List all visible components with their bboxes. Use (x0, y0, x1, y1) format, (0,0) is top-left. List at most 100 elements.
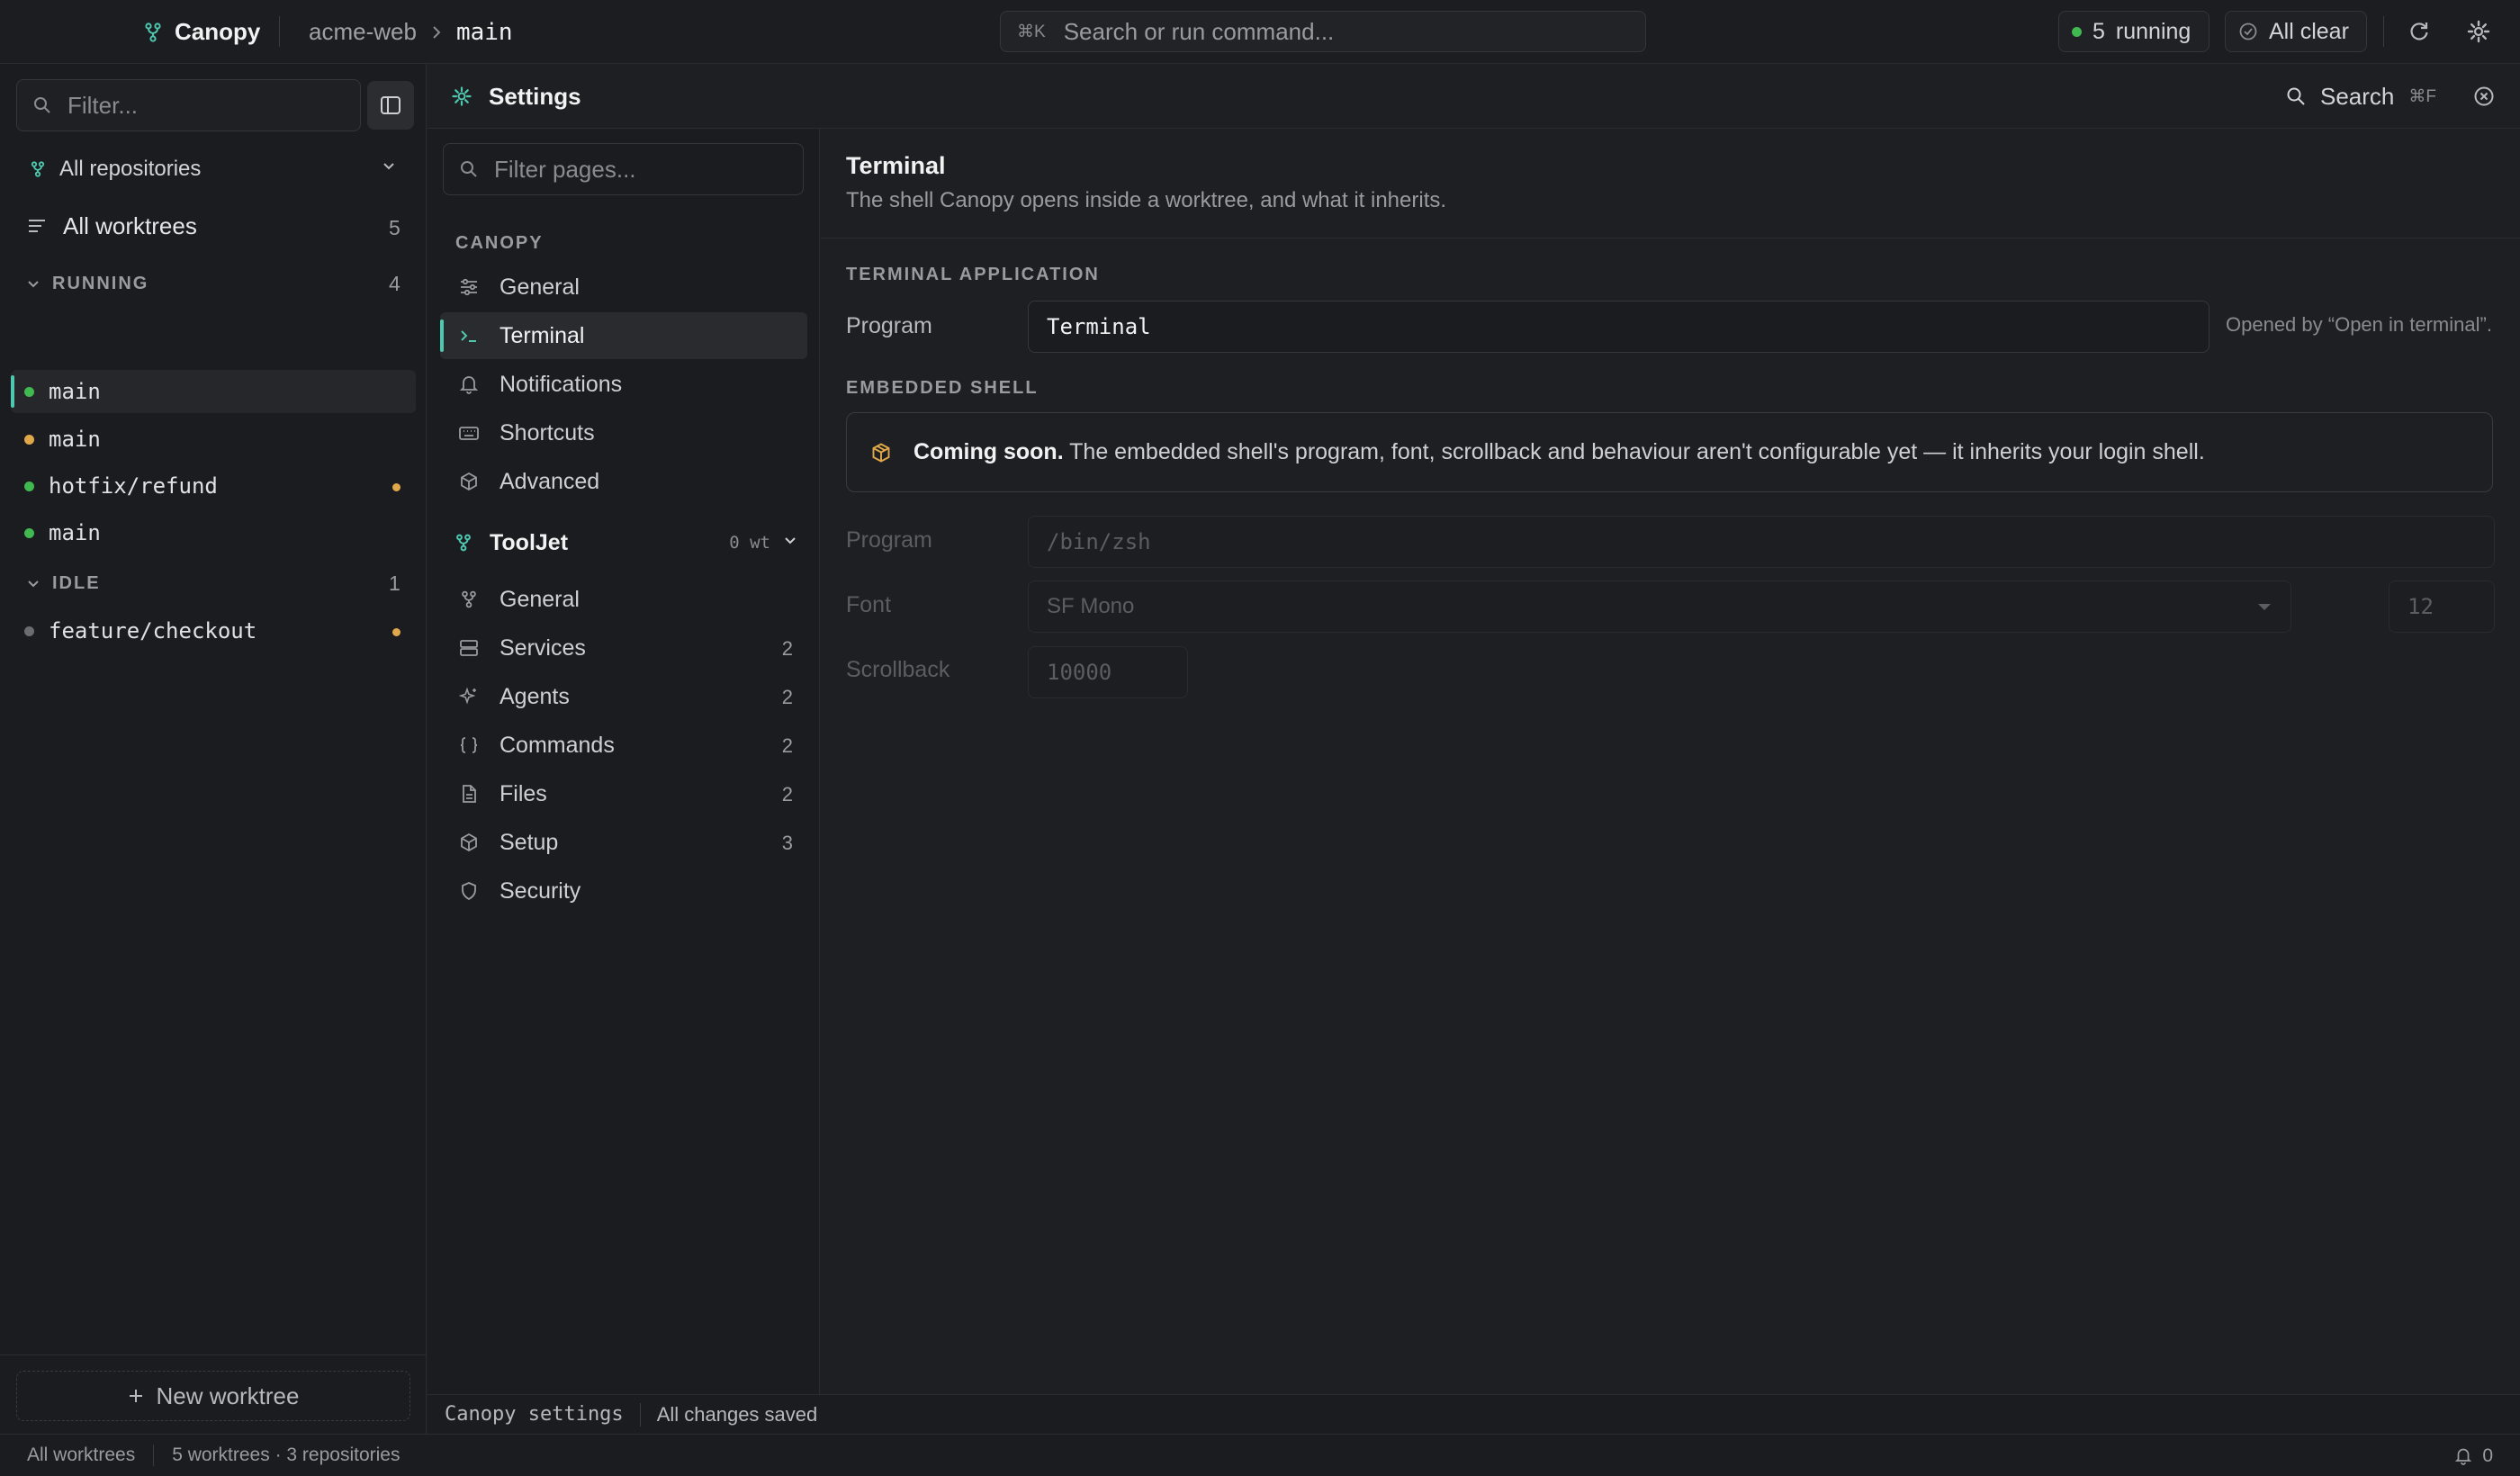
nav-item-label: Security (500, 878, 581, 904)
settings-title: Settings (451, 64, 581, 129)
page-title: Terminal (846, 152, 946, 179)
worktree-item[interactable]: main (11, 418, 416, 461)
active-indicator (11, 375, 14, 408)
worktree-item[interactable]: main (11, 511, 416, 554)
nav-item-count: 3 (781, 832, 793, 854)
sliders-icon (458, 278, 480, 296)
running-dot-icon (2072, 26, 2082, 37)
chevron-down-icon (783, 536, 797, 546)
settings-header: Settings Search ⌘F (428, 64, 2520, 129)
nav-item-agents[interactable]: Agents 2 (440, 673, 807, 720)
nav-item-general[interactable]: General (440, 264, 807, 310)
nav-item-advanced[interactable]: Advanced (440, 458, 807, 505)
refresh-button[interactable] (2403, 15, 2435, 48)
status-dot-icon (24, 435, 34, 445)
bell-icon (458, 374, 480, 394)
command-palette-input[interactable]: ⌘K Search or run command... (1000, 11, 1646, 52)
scrollback-value: 10000 (1047, 660, 1112, 685)
nav-item-security[interactable]: Security (440, 868, 807, 914)
gear-icon (2466, 19, 2491, 44)
all-worktrees-item[interactable]: All worktrees (16, 205, 412, 247)
nav-item-label: Setup (500, 829, 559, 855)
group-count: 4 (389, 272, 400, 295)
group-header-idle[interactable]: IDLE (27, 573, 101, 594)
status-bar: All worktrees 5 worktrees · 3 repositori… (0, 1434, 2520, 1476)
worktree-sidebar: All repositories All worktrees 5 RUNNING… (0, 64, 427, 1434)
terminal-program-field[interactable]: Terminal (1028, 301, 2210, 353)
terminal-program-value: Terminal (1047, 314, 1151, 339)
sidebar-filter[interactable] (16, 79, 361, 131)
nav-item-files[interactable]: Files 2 (440, 770, 807, 817)
group-label: IDLE (52, 573, 101, 593)
terminal-icon (458, 328, 480, 344)
breadcrumb-branch[interactable]: main (456, 19, 513, 46)
notifications-button[interactable]: 0 (2455, 1445, 2493, 1467)
worktree-name: main (49, 427, 101, 452)
app-brand[interactable]: Canopy (144, 0, 260, 64)
settings-search-shortcut: ⌘F (2408, 86, 2436, 106)
coming-soon-notice: Coming soon. The embedded shell's progra… (846, 412, 2493, 492)
settings-filter[interactable] (443, 143, 804, 195)
sidebar-filter-input[interactable] (68, 91, 338, 120)
group-header-running[interactable]: RUNNING (27, 274, 148, 294)
breadcrumb-repo[interactable]: acme-web (309, 18, 417, 46)
branch-icon (458, 590, 480, 608)
scrollback-field[interactable]: 10000 (1028, 646, 1188, 698)
nav-item-terminal[interactable]: Terminal (440, 312, 807, 359)
running-status-button[interactable]: 5 running (2058, 11, 2210, 52)
command-placeholder: Search or run command... (1063, 17, 1335, 45)
font-select[interactable]: SF Mono (1028, 580, 2291, 633)
modified-dot-icon (392, 628, 400, 636)
nav-item-project-general[interactable]: General (440, 576, 807, 623)
sparkle-icon (458, 687, 480, 706)
font-select-value: SF Mono (1047, 594, 1135, 618)
search-icon (33, 96, 51, 114)
worktree-item[interactable]: main (11, 370, 416, 413)
settings-content: Terminal The shell Canopy opens inside a… (821, 129, 2520, 1394)
shell-program-field[interactable]: /bin/zsh (1028, 516, 2495, 568)
repo-branch-icon (455, 534, 472, 552)
repo-branch-icon (31, 161, 45, 177)
settings-filter-input[interactable] (494, 155, 782, 184)
close-circle-icon (2473, 86, 2495, 107)
gear-icon (451, 86, 472, 107)
nav-item-notifications[interactable]: Notifications (440, 361, 807, 408)
worktree-item[interactable]: feature/checkout (11, 609, 416, 652)
settings-button[interactable] (2462, 15, 2495, 48)
worktree-item[interactable]: hotfix/refund (11, 464, 416, 508)
divider (639, 1402, 641, 1426)
new-worktree-button[interactable]: New worktree (16, 1371, 410, 1421)
all-clear-button[interactable]: All clear (2225, 11, 2367, 52)
status-view[interactable]: All worktrees (27, 1444, 135, 1466)
chevron-down-icon (382, 161, 396, 172)
all-clear-label: All clear (2269, 18, 2349, 44)
worktree-name: hotfix/refund (49, 473, 218, 499)
nav-item-label: Commands (500, 732, 615, 758)
top-bar: Canopy acme-web main ⌘K Search or run co… (0, 0, 2520, 64)
repository-select[interactable]: All repositories (16, 148, 412, 190)
status-dot-icon (24, 528, 34, 538)
nav-item-setup[interactable]: Setup 3 (440, 819, 807, 866)
list-icon (27, 218, 47, 234)
toggle-sidebar-button[interactable] (367, 81, 414, 130)
keyboard-icon (458, 425, 480, 441)
nav-item-shortcuts[interactable]: Shortcuts (440, 410, 807, 456)
settings-title-text: Settings (489, 82, 581, 110)
repository-select-value: All repositories (59, 157, 202, 181)
canopy-logo-icon (144, 22, 162, 42)
divider (2383, 16, 2384, 47)
shell-program-placeholder: /bin/zsh (1047, 529, 1151, 554)
braces-icon (458, 736, 480, 754)
package-icon (870, 442, 892, 464)
nav-item-commands[interactable]: Commands 2 (440, 722, 807, 769)
nav-item-services[interactable]: Services 2 (440, 625, 807, 671)
project-header-tooljet[interactable]: ToolJet 0 wt (455, 525, 806, 561)
close-settings-button[interactable] (2468, 80, 2500, 112)
app-window: Canopy acme-web main ⌘K Search or run co… (0, 0, 2520, 1476)
search-icon (460, 160, 478, 178)
settings-search-button[interactable]: Search ⌘F (2286, 64, 2436, 129)
nav-item-count: 2 (781, 734, 793, 757)
app-name: Canopy (175, 18, 261, 45)
new-worktree-label: New worktree (156, 1382, 300, 1409)
font-size-field[interactable]: 12 (2389, 580, 2495, 633)
